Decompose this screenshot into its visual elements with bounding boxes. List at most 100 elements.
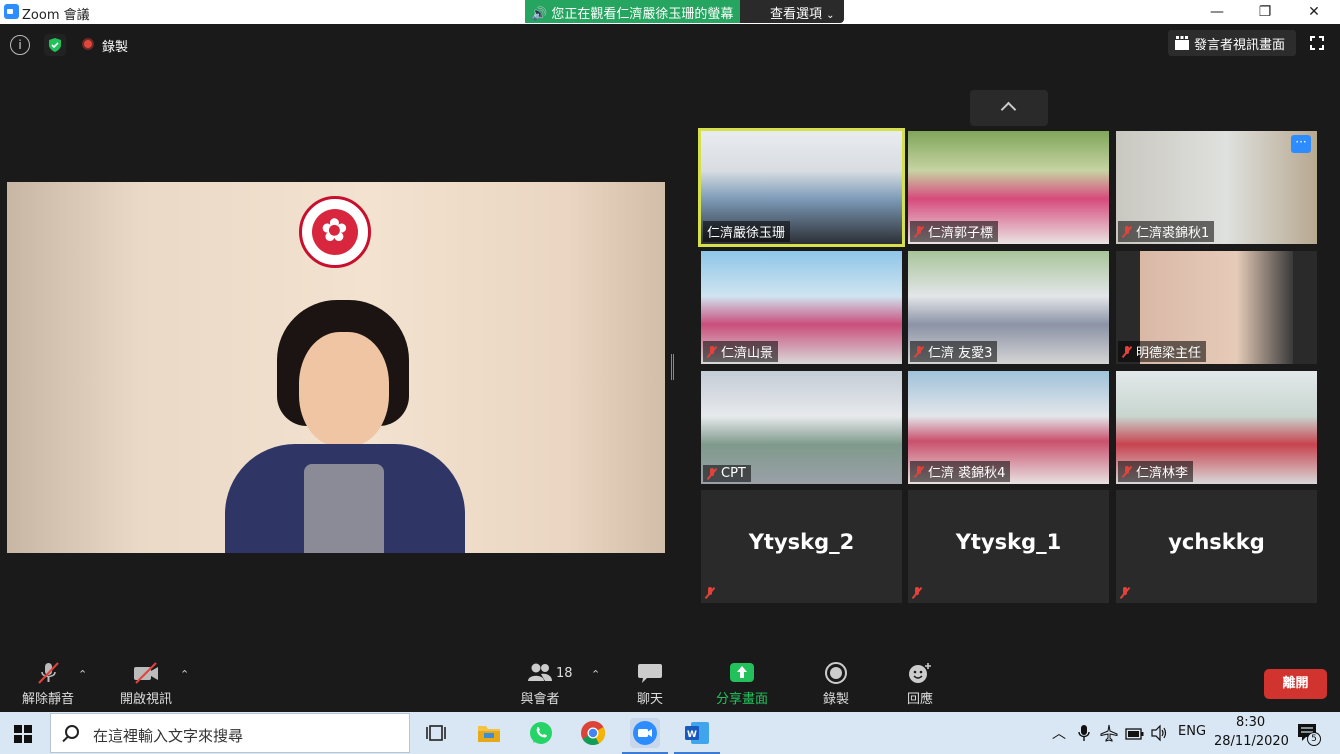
hong-kong-emblem xyxy=(299,196,371,268)
muted-microphone-icon xyxy=(1120,587,1130,599)
participant-name: 仁濟林李 xyxy=(1136,466,1189,481)
speaker-icon: 🔊 xyxy=(531,7,548,22)
window-title: Zoom 會議 xyxy=(22,8,90,23)
participant-name: Ytyskg_2 xyxy=(748,530,855,554)
record-button[interactable]: 錄製 xyxy=(818,662,854,707)
muted-microphone-icon xyxy=(914,465,924,478)
encryption-shield-icon[interactable] xyxy=(44,34,66,56)
minimize-icon: — xyxy=(1210,4,1224,20)
participant-name-tag: 仁濟 友愛3 xyxy=(910,341,998,362)
view-options-button[interactable]: 查看選項 ⌄ xyxy=(740,0,844,23)
reactions-button[interactable]: 回應 xyxy=(903,662,937,707)
participant-tile[interactable]: Ytyskg_1 xyxy=(908,490,1109,603)
muted-microphone-icon xyxy=(705,587,715,599)
participant-tile[interactable]: 明德梁主任 xyxy=(1116,251,1317,364)
muted-microphone-icon xyxy=(912,587,922,599)
participant-more-button[interactable]: ··· xyxy=(1291,135,1311,153)
video-off-icon xyxy=(133,662,159,684)
chrome-icon[interactable] xyxy=(578,718,608,748)
windows-start-icon[interactable] xyxy=(14,725,32,743)
input-language-indicator[interactable]: ENG xyxy=(1178,724,1206,739)
whatsapp-icon[interactable] xyxy=(526,718,556,748)
share-screen-label: 分享畫面 xyxy=(715,692,768,707)
minimize-button[interactable]: — xyxy=(1194,0,1240,24)
muted-microphone-icon xyxy=(914,225,924,238)
video-options-caret[interactable]: ⌃ xyxy=(180,668,189,681)
participant-tile[interactable]: 仁濟 裘錦秋4 xyxy=(908,371,1109,484)
participant-name: 仁濟 裘錦秋4 xyxy=(928,466,1006,481)
shared-screen-view xyxy=(7,182,665,553)
fullscreen-icon[interactable] xyxy=(1309,35,1325,51)
participant-tile[interactable]: CPT xyxy=(701,371,902,484)
meeting-info-icon[interactable]: i xyxy=(10,35,30,55)
participant-name-tag: 仁濟郭子標 xyxy=(910,221,999,242)
share-banner-text: 您正在觀看仁濟嚴徐玉珊的螢幕 xyxy=(551,7,734,22)
svg-text:W: W xyxy=(687,730,697,740)
zoom-taskbar-icon[interactable] xyxy=(622,718,668,754)
participant-name: CPT xyxy=(721,466,746,481)
muted-microphone-icon xyxy=(35,662,61,684)
unmute-button[interactable]: 解除靜音 xyxy=(20,662,76,707)
share-screen-icon xyxy=(729,662,755,684)
record-icon xyxy=(823,662,849,684)
participants-options-caret[interactable]: ⌃ xyxy=(591,668,600,681)
muted-microphone-icon xyxy=(1122,225,1132,238)
speaker-view-icon xyxy=(1175,36,1189,50)
participants-count: 18 xyxy=(556,666,573,681)
file-explorer-icon[interactable] xyxy=(474,718,504,748)
participant-tile[interactable]: 仁濟郭子標 xyxy=(908,131,1109,244)
participant-tile[interactable]: Ytyskg_2 xyxy=(701,490,902,603)
reactions-label: 回應 xyxy=(906,692,933,707)
participant-tile[interactable]: 仁濟嚴徐玉珊 xyxy=(698,128,905,247)
participants-label: 與會者 xyxy=(520,692,560,707)
chat-button[interactable]: 聊天 xyxy=(630,662,670,707)
maximize-button[interactable]: ❐ xyxy=(1242,0,1288,24)
participant-name-tag: 仁濟裘錦秋1 xyxy=(1118,221,1215,242)
split-view-divider[interactable] xyxy=(671,354,674,380)
gallery-scroll-up-button[interactable] xyxy=(970,90,1048,126)
participant-name: Ytyskg_1 xyxy=(955,530,1062,554)
microphone-tray-icon[interactable] xyxy=(1077,724,1091,746)
taskbar-clock-time[interactable]: 8:30 xyxy=(1236,715,1265,730)
audio-options-caret[interactable]: ⌃ xyxy=(78,668,87,681)
task-view-icon[interactable] xyxy=(422,718,452,748)
start-video-button[interactable]: 開啟視訊 xyxy=(118,662,174,707)
restore-icon: ❐ xyxy=(1258,4,1272,20)
participant-name-tag: 仁濟嚴徐玉珊 xyxy=(703,221,791,242)
muted-microphone-icon xyxy=(1122,345,1132,358)
screen-share-banner: 🔊 您正在觀看仁濟嚴徐玉珊的螢幕 xyxy=(525,0,740,23)
participant-name: 仁濟郭子標 xyxy=(928,226,994,241)
word-icon[interactable]: W xyxy=(674,718,720,754)
airplane-mode-icon[interactable] xyxy=(1100,724,1118,746)
participant-tile[interactable]: 仁濟林李 xyxy=(1116,371,1317,484)
muted-microphone-icon xyxy=(707,467,717,480)
taskbar-search-box[interactable]: 在這裡輸入文字來搜尋 xyxy=(50,713,410,753)
participant-tile[interactable]: 仁濟 友愛3 xyxy=(908,251,1109,364)
presenter-blouse xyxy=(304,464,384,553)
search-icon xyxy=(65,725,79,739)
view-options-label: 查看選項 xyxy=(770,7,823,22)
speaker-view-label: 發言者視訊畫面 xyxy=(1194,38,1286,53)
meeting-toolbar: 解除靜音 ⌃ 開啟視訊 ⌃ 與會者 18 ⌃ 聊天 分享畫面 錄製 回應 xyxy=(0,654,1340,712)
participant-tile[interactable]: 仁濟裘錦秋1 ··· xyxy=(1116,131,1317,244)
recording-label: 錄製 xyxy=(102,40,129,55)
muted-microphone-icon xyxy=(914,345,924,358)
notifications-count-badge: 5 xyxy=(1307,732,1321,746)
volume-icon[interactable] xyxy=(1150,724,1168,746)
participant-name: 仁濟裘錦秋1 xyxy=(1136,226,1210,241)
speaker-view-button[interactable]: 發言者視訊畫面 xyxy=(1168,30,1296,56)
participant-name-tag: 仁濟 裘錦秋4 xyxy=(910,461,1011,482)
participant-tile[interactable]: 仁濟山景 xyxy=(701,251,902,364)
windows-taskbar: 在這裡輸入文字來搜尋 W ︿ ENG 8:30 28/11/2020 5 xyxy=(0,712,1340,754)
participant-tile[interactable]: ychskkg xyxy=(1116,490,1317,603)
tray-overflow-icon[interactable]: ︿ xyxy=(1052,723,1066,743)
participant-name-tag: 明德梁主任 xyxy=(1118,341,1207,362)
leave-meeting-button[interactable]: 離開 xyxy=(1264,669,1327,699)
title-bar: Zoom 會議 🔊 您正在觀看仁濟嚴徐玉珊的螢幕 查看選項 ⌄ — ❐ ✕ xyxy=(0,0,1340,24)
muted-microphone-icon xyxy=(1122,465,1132,478)
battery-icon[interactable] xyxy=(1125,726,1145,745)
taskbar-clock-date[interactable]: 28/11/2020 xyxy=(1214,734,1289,749)
share-screen-button[interactable]: 分享畫面 xyxy=(714,662,770,707)
participant-name: 明德梁主任 xyxy=(1136,346,1202,361)
close-window-button[interactable]: ✕ xyxy=(1291,0,1337,24)
